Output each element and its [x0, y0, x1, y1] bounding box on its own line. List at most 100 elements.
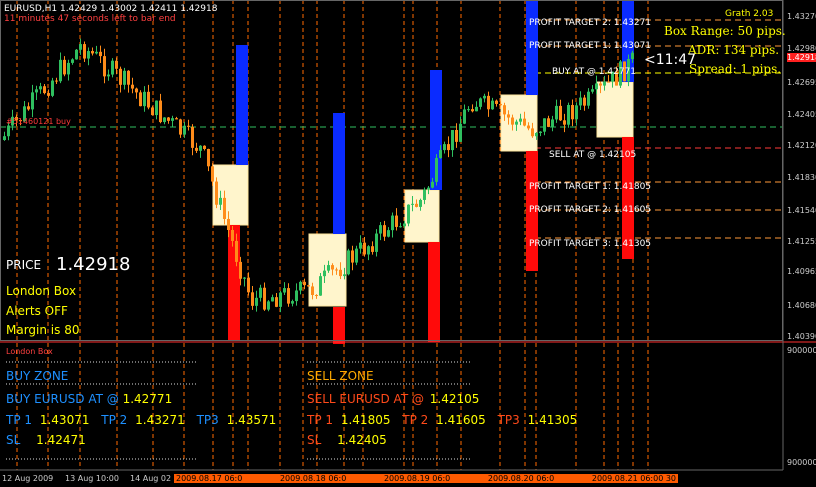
candle-body	[427, 187, 430, 190]
candle-body	[567, 104, 570, 125]
time-axis-tick-highlighted: 2009.08.21 06:00 30	[591, 474, 676, 483]
sell-zone-title: SELL ZONE	[307, 369, 374, 383]
candle-body	[471, 109, 474, 112]
candle-body	[275, 297, 278, 307]
candle-body	[523, 118, 526, 126]
candle-body	[163, 117, 166, 123]
candle-body	[119, 68, 122, 85]
time-axis-tick: 14 Aug 02	[130, 474, 172, 483]
buy-entry-label: BUY EURUSD AT @	[6, 392, 119, 406]
price-axis-tick: 1.43270	[787, 12, 816, 21]
price-axis-tick: 1.42695	[787, 78, 816, 87]
candle-body	[591, 89, 594, 92]
candle-body	[179, 119, 182, 135]
sell-tp1-label: TP 1	[307, 413, 334, 427]
buy-sl-value: 1.42471	[36, 433, 86, 447]
london-box	[404, 189, 440, 243]
candle-body	[459, 123, 462, 142]
candle-body	[419, 199, 422, 207]
candle-body	[75, 49, 78, 60]
candle-body	[407, 204, 410, 224]
candle-body	[211, 166, 214, 182]
margin-status: Margin is 80	[6, 323, 80, 337]
candle-body	[423, 189, 426, 200]
candle-body	[399, 226, 402, 228]
candle-body	[403, 223, 406, 227]
sell-tp1-value: 1.41805	[340, 413, 391, 427]
pt2-buy-label: PROFIT TARGET 2: 1.43271	[529, 18, 652, 28]
candle-body	[595, 83, 598, 90]
candle-body	[499, 103, 502, 106]
candle-body	[455, 130, 458, 142]
price-axis-tick: 1.40965	[787, 267, 816, 276]
candle-body	[111, 60, 114, 75]
candle-body	[175, 118, 178, 120]
sell-entry-label: SELL EURUSD AT @	[307, 392, 424, 406]
candle-body	[531, 128, 534, 137]
candle-body	[103, 56, 106, 77]
candle-body	[527, 125, 530, 129]
candle-body	[367, 246, 370, 255]
candle-body	[515, 121, 518, 125]
candle-body	[599, 83, 602, 86]
buy-tp1-label: TP 1	[6, 413, 33, 427]
candle-body	[207, 148, 210, 167]
sell-entry: SELL EURUSD AT @ 1.42105	[307, 392, 479, 406]
candle-body	[299, 281, 302, 291]
buy-zone-bar	[333, 113, 345, 234]
price-axis-tick: 1.41830	[787, 173, 816, 182]
candle-body	[215, 181, 218, 205]
candle-body	[327, 265, 330, 271]
price-axis-tick: 1.42120	[787, 141, 816, 150]
candle-body	[79, 44, 82, 50]
candle-body	[435, 158, 438, 182]
candle-body	[147, 91, 150, 108]
candle-body	[243, 277, 246, 279]
candle-body	[519, 118, 522, 122]
candle-body	[227, 218, 230, 231]
candle-body	[87, 51, 90, 59]
candle-body	[51, 80, 54, 96]
price-axis-tick: 1.41255	[787, 237, 816, 246]
candle-body	[547, 118, 550, 127]
box-name: London Box	[6, 284, 77, 298]
buy-zone-bar	[236, 45, 248, 165]
candle-body	[571, 104, 574, 120]
candle-body	[291, 301, 294, 304]
price-axis-tick: 1.42405	[787, 110, 816, 119]
sell-tp3-value: 1.41305	[527, 413, 578, 427]
candle-body	[447, 144, 450, 151]
time-axis-tick-highlighted: 2009.08.19 06:0	[383, 474, 451, 483]
sell-tp3-label: TP3	[497, 413, 520, 427]
candle-body	[195, 147, 198, 151]
candle-body	[603, 81, 606, 86]
sell-sl-label: SL	[307, 433, 322, 447]
candle-body	[303, 281, 306, 286]
buy-sl-label: SL	[6, 433, 21, 447]
candle-body	[483, 95, 486, 99]
candle-body	[31, 92, 34, 110]
candle-body	[395, 215, 398, 227]
candle-body	[99, 51, 102, 57]
candle-body	[83, 44, 86, 59]
adr: ADR: 134 pips.	[688, 43, 780, 57]
london-boxes	[212, 0, 634, 344]
candle-body	[467, 109, 470, 111]
candle-body	[115, 60, 118, 69]
candle-body	[563, 120, 566, 125]
highlighted-date-strip: 2009.08.17 06:0 2009.08.18 06:0 2009.08.19…	[174, 474, 678, 483]
box-range: Box Range: 50 pips.	[664, 24, 786, 38]
candle-body	[387, 230, 390, 237]
candle-body	[311, 286, 314, 295]
candle-body	[231, 230, 234, 241]
candle-body	[267, 301, 270, 310]
sell-zone-bar	[333, 307, 345, 344]
candle-body	[59, 59, 62, 82]
candle-body	[507, 114, 510, 118]
candle-body	[171, 118, 174, 121]
london-box	[596, 81, 634, 138]
candle-body	[167, 117, 170, 121]
price-axis-tick: 1.42918	[787, 53, 816, 62]
candle-body	[491, 100, 494, 110]
candle-body	[351, 250, 354, 263]
